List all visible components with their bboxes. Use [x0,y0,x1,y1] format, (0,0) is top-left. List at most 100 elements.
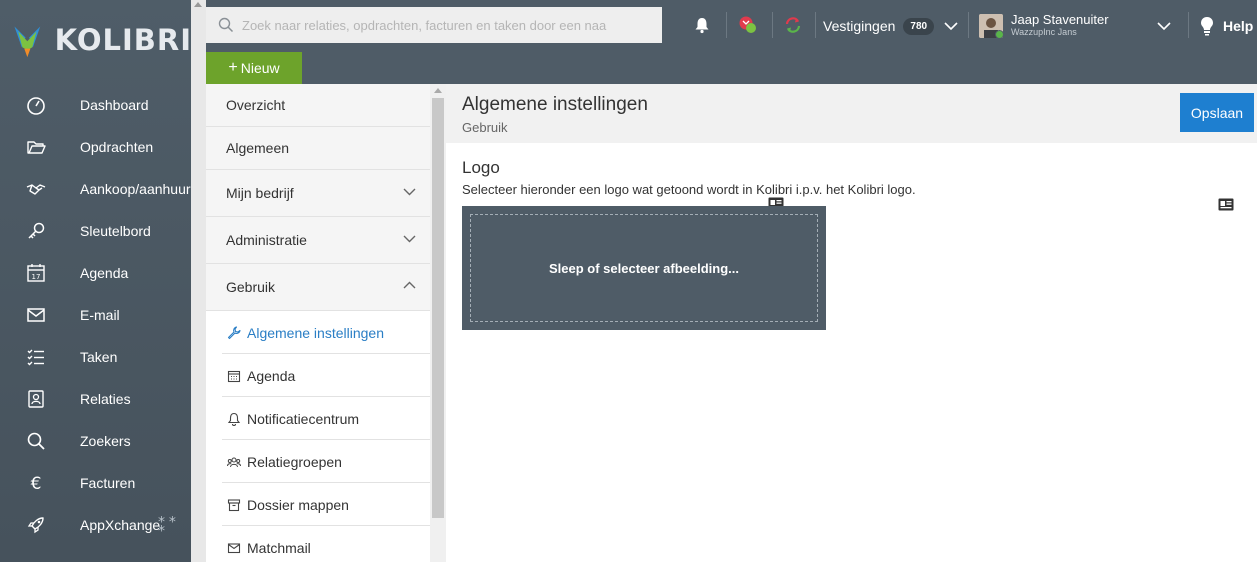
calendar-icon [227,369,241,383]
page-subtitle: Gebruik [462,120,508,135]
folder-open-icon [26,137,46,157]
save-button[interactable]: Opslaan [1180,93,1254,132]
help-button[interactable]: Help [1199,13,1253,39]
menu-item-label: Mijn bedrijf [226,185,294,201]
menu-item-mijn-bedrijf[interactable]: Mijn bedrijf [206,170,430,217]
menu-item-algemeen[interactable]: Algemeen [206,127,430,170]
sidebar-item-agenda[interactable]: 17 Agenda [0,252,191,294]
chevron-down-icon [403,188,416,196]
new-button-label: Nieuw [240,60,280,76]
content-header: Algemene instellingen Gebruik Opslaan [446,84,1257,143]
sidebar-item-label: Taken [80,349,118,365]
chevron-down-icon[interactable] [1157,19,1171,33]
submenu-item-relatiegroepen[interactable]: Relatiegroepen [206,440,430,483]
sidebar-scrollbar[interactable] [191,0,206,562]
dropzone-label: Sleep of selecteer afbeelding... [548,260,739,276]
online-status-icon [995,30,1003,38]
sidebar-item-label: Opdrachten [80,139,154,155]
chevron-down-icon [403,235,416,243]
user-name: Jaap Stavenuiter [1011,12,1109,27]
notifications-bell-icon[interactable] [690,13,714,37]
section-title: Logo [462,158,500,177]
archive-box-icon [227,498,241,512]
branches-selector[interactable]: Vestigingen 780 [823,0,958,52]
menu-item-label: Administratie [226,232,307,248]
sidebar-item-label: Zoekers [80,433,131,449]
submenu-item-agenda[interactable]: Agenda [206,354,430,397]
plus-icon: + [228,59,238,76]
contact-card-icon [26,389,46,409]
submenu-item-label: Dossier mappen [247,496,349,513]
action-bar: + Nieuw [206,52,1257,84]
submenu-item-label: Matchmail [247,539,311,556]
submenu-item-algemene-instellingen[interactable]: Algemene instellingen [206,311,430,354]
settings-menu: Overzicht Algemeen Mijn bedrijf Administ… [206,84,430,562]
submenu-item-matchmail[interactable]: Matchmail [206,526,430,562]
sidebar-item-label: E-mail [80,307,120,323]
dropzone-border: Sleep of selecteer afbeelding... [470,214,818,322]
wrench-icon [227,325,241,340]
svg-text:€: € [31,474,42,493]
sidebar-item-label: AppXchange [80,517,161,533]
user-menu[interactable]: Jaap Stavenuiter WazzupInc Jans [979,12,1109,40]
submenu-item-label: Algemene instellingen [247,324,384,341]
bell-icon [227,412,241,426]
search-input[interactable] [242,17,642,33]
main-sidebar: KOLIBRI Dashboard Opdrachten Aankoop/aan… [0,0,191,562]
logo-upload-dropzone[interactable]: Sleep of selecteer afbeelding... [462,206,826,330]
sidebar-item-zoekers[interactable]: Zoekers [0,420,191,462]
search-icon [26,431,46,451]
menu-item-label: Algemeen [226,140,290,156]
global-search[interactable] [206,7,662,43]
sidebar-item-sleutelbord[interactable]: Sleutelbord [0,210,191,252]
top-header: Vestigingen 780 Jaap Stavenuiter WazzupI… [206,0,1257,52]
avatar [979,14,1003,38]
sparkle-icon: ⁎ ⁎ ⁎ [158,509,176,534]
key-icon [26,221,46,241]
sidebar-item-aankoop[interactable]: Aankoop/aanhuur [0,168,191,210]
help-label: Help [1223,18,1254,34]
branches-label: Vestigingen [823,18,896,34]
sidebar-item-dashboard[interactable]: Dashboard [0,84,191,126]
sidebar-item-label: Sleutelbord [80,223,151,239]
sidebar-item-label: Dashboard [80,97,149,113]
submenu-item-notificatiecentrum[interactable]: Notificatiecentrum [206,397,430,440]
app-logo[interactable]: KOLIBRI [12,12,192,68]
scrollbar-thumb[interactable] [432,98,444,518]
lightbulb-icon [1201,17,1213,36]
envelope-icon [227,541,241,555]
menu-item-label: Gebruik [226,279,276,295]
sidebar-item-email[interactable]: E-mail [0,294,191,336]
settings-menu-scrollbar[interactable] [430,84,446,562]
sidebar-item-label: Relaties [80,391,131,407]
euro-icon: € [26,473,46,493]
envelope-icon [26,305,46,325]
users-icon [227,455,241,469]
chevron-down-icon [944,22,958,31]
submenu-item-label: Relatiegroepen [247,453,342,470]
submenu-item-dossier-mappen[interactable]: Dossier mappen [206,483,430,526]
sidebar-item-opdrachten[interactable]: Opdrachten [0,126,191,168]
rocket-icon [26,515,46,535]
menu-item-administratie[interactable]: Administratie [206,217,430,264]
chevron-up-icon [403,281,416,289]
id-card-icon[interactable] [1218,198,1234,211]
user-company: WazzupInc Jans [1011,27,1077,37]
menu-item-gebruik[interactable]: Gebruik [206,264,430,311]
sidebar-item-label: Aankoop/aanhuur [80,181,191,197]
branches-count-badge: 780 [903,17,935,35]
sidebar-item-taken[interactable]: Taken [0,336,191,378]
menu-item-overzicht[interactable]: Overzicht [206,84,430,127]
sidebar-item-facturen[interactable]: € Facturen [0,462,191,504]
calendar-17-icon: 17 [26,263,46,283]
sidebar-item-relaties[interactable]: Relaties [0,378,191,420]
kolibri-logo-icon [14,26,41,58]
submenu-item-label: Notificatiecentrum [247,410,360,427]
new-button[interactable]: + Nieuw [206,52,302,84]
menu-item-label: Overzicht [226,97,286,113]
kolibri-chat-icon[interactable] [736,13,760,37]
sync-icon[interactable] [781,13,805,37]
sidebar-item-label: Facturen [80,475,136,491]
submenu-item-label: Agenda [247,367,296,384]
section-description: Selecteer hieronder een logo wat getoond… [462,182,916,197]
